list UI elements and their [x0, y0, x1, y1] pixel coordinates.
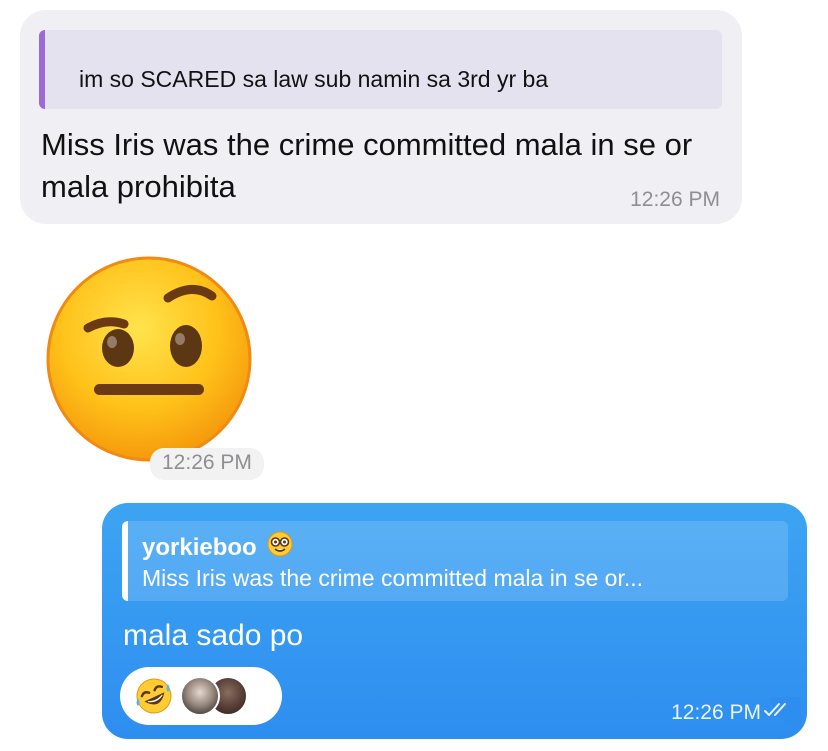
sticker-timestamp: 12:26 PM [150, 448, 264, 480]
quoted-text: im so SCARED sa law sub namin sa 3rd yr … [79, 66, 549, 92]
reply-author-name: yorkieboo [142, 533, 257, 561]
outgoing-timestamp: 12:26 PM [671, 701, 761, 724]
outgoing-message-text: mala sado po [123, 619, 304, 652]
nerd-face-icon [267, 531, 293, 564]
rolling-on-the-floor-laughing-icon[interactable] [134, 676, 174, 716]
double-check-icon [763, 701, 793, 725]
incoming-message-bubble[interactable]: im so SCARED sa law sub namin sa 3rd yr … [20, 10, 742, 224]
quote-accent-bar [122, 521, 128, 601]
outgoing-message-bubble[interactable]: yorkieboo Miss Iris was the crime commit… [102, 503, 807, 739]
quote-accent-bar [39, 30, 45, 109]
outgoing-quoted-reply[interactable]: yorkieboo Miss Iris was the crime commit… [122, 521, 788, 601]
incoming-timestamp: 12:26 PM [630, 188, 720, 211]
reaction-pill[interactable] [120, 667, 282, 725]
outgoing-timestamp-status: 12:26 PM [671, 701, 793, 725]
chat-view: im so SCARED sa law sub namin sa 3rd yr … [0, 0, 828, 751]
face-with-raised-eyebrow-icon[interactable] [46, 256, 252, 462]
incoming-quoted-reply[interactable]: im so SCARED sa law sub namin sa 3rd yr … [39, 30, 722, 109]
reply-author: yorkieboo [142, 531, 293, 564]
avatar [180, 676, 220, 716]
incoming-message-text: Miss Iris was the crime committed mala i… [41, 127, 693, 204]
reply-quoted-text: Miss Iris was the crime committed mala i… [142, 565, 644, 591]
